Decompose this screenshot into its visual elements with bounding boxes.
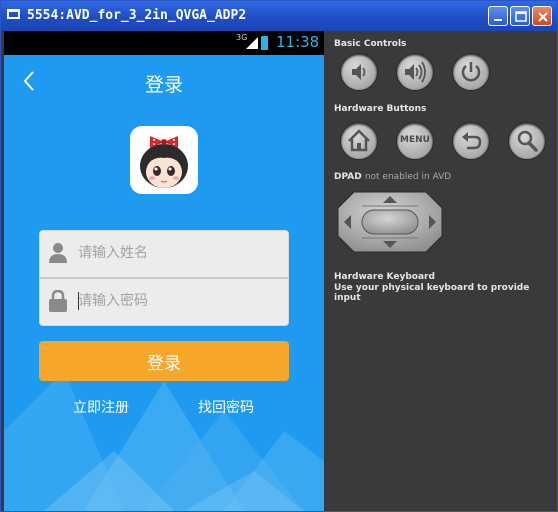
dpad-note: not enabled in AVD <box>364 172 452 182</box>
signal-icon <box>246 37 258 49</box>
lock-icon <box>49 290 67 312</box>
login-button[interactable]: 登录 <box>39 341 289 381</box>
dpad-icon[interactable] <box>336 186 444 258</box>
close-button[interactable] <box>532 6 552 26</box>
text-cursor <box>78 292 79 310</box>
username-input[interactable] <box>78 242 278 264</box>
minimize-button[interactable] <box>488 6 508 26</box>
find-password-link[interactable]: 找回密码 <box>198 397 254 417</box>
hardware-keyboard-hint: Use your physical keyboard to provide in… <box>334 283 530 303</box>
emulator-window: 5554:AVD_for_3_2in_QVGA_ADP2 3G 11:38 登录… <box>0 0 558 512</box>
password-input[interactable] <box>78 290 278 312</box>
window-title: 5554:AVD_for_3_2in_QVGA_ADP2 <box>27 8 247 23</box>
username-row <box>40 231 288 277</box>
login-form <box>39 230 289 326</box>
phone-screen: 3G 11:38 登录 请输入姓名 登录 立即注册 找回密码 <box>4 31 324 511</box>
dpad-title: DPAD <box>334 172 362 182</box>
dpad-label: DPAD not enabled in AVD <box>334 172 451 182</box>
maximize-button[interactable] <box>510 6 530 26</box>
status-time: 11:38 <box>276 33 320 51</box>
menu-button[interactable]: MENU <box>396 122 434 160</box>
menu-button-label: MENU <box>400 135 430 145</box>
back-icon[interactable] <box>452 122 490 160</box>
emulator-controls-panel: Basic Controls Hardware Buttons MENU DPA… <box>324 31 557 511</box>
register-link[interactable]: 立即注册 <box>73 397 129 417</box>
password-row <box>40 279 288 325</box>
status-bar: 3G 11:38 <box>4 31 324 55</box>
title-bar[interactable]: 5554:AVD_for_3_2in_QVGA_ADP2 <box>1 1 557 31</box>
page-title: 登录 <box>144 74 183 96</box>
basic-controls-label: Basic Controls <box>334 39 407 49</box>
hardware-buttons-label: Hardware Buttons <box>334 104 427 114</box>
search-icon[interactable] <box>508 122 546 160</box>
user-icon <box>49 243 67 263</box>
hardware-keyboard-title: Hardware Keyboard <box>334 272 435 282</box>
window-icon <box>7 9 20 19</box>
battery-icon <box>261 36 268 50</box>
volume-up-icon[interactable] <box>396 53 434 91</box>
avatar <box>130 126 198 194</box>
volume-down-icon[interactable] <box>340 53 378 91</box>
power-icon[interactable] <box>452 53 490 91</box>
home-icon[interactable] <box>340 122 378 160</box>
